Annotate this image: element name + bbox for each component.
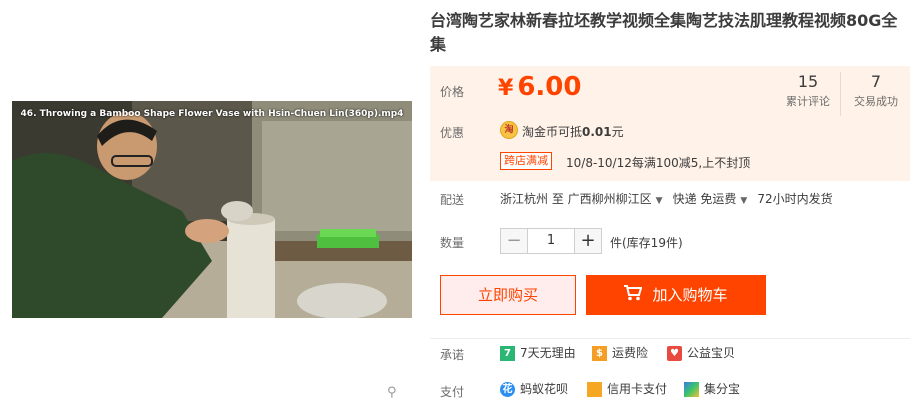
payment-credit-card[interactable]: 信用卡支付 <box>587 380 667 397</box>
credit-card-icon <box>587 382 602 397</box>
add-to-cart-button[interactable]: 加入购物车 <box>586 275 766 315</box>
promise-label: 承诺 <box>440 348 465 362</box>
quantity-increase-button[interactable]: + <box>574 228 602 254</box>
taojinbi-coin-icon: 淘 <box>500 121 518 139</box>
shipping-info: 浙江杭州 至 广西柳州柳江区 ▼ 快递 免运费 ▼ 72小时内发货 <box>500 190 833 207</box>
cross-store-discount-badge[interactable]: 跨店满减 <box>500 152 552 170</box>
chevron-down-icon: ▼ <box>740 196 748 206</box>
payment-jifen-label: 集分宝 <box>704 382 741 396</box>
huabei-icon: 花 <box>500 382 515 397</box>
coin-offer-amount: 0.01 <box>582 125 612 139</box>
add-to-cart-label: 加入购物车 <box>652 286 728 304</box>
video-thumbnail <box>12 101 412 318</box>
price-value: ¥6.00 <box>498 72 581 102</box>
shipping-label: 配送 <box>440 193 465 207</box>
promo-label: 优惠 <box>440 126 465 140</box>
payment-jifenbao[interactable]: 集分宝 <box>684 380 740 397</box>
divider <box>430 338 910 339</box>
cross-store-discount-detail: 10/8-10/12每满100减5,上不封顶 <box>566 156 751 170</box>
cart-icon <box>624 276 643 316</box>
shipping-insurance-icon: $ <box>592 346 607 361</box>
currency-symbol: ¥ <box>498 76 514 101</box>
chevron-down-icon: ▼ <box>655 196 663 206</box>
promise-shipping-insurance[interactable]: $ 运费险 <box>592 344 648 361</box>
product-title: 台湾陶艺家林新春拉坯教学视频全集陶艺技法肌理教程视频80G全集 <box>430 11 898 54</box>
review-count-stat[interactable]: 15 累计评论 <box>773 72 843 109</box>
promise-charity[interactable]: ♥ 公益宝贝 <box>667 344 735 361</box>
ship-method-value: 快递 免运费 <box>672 192 737 206</box>
quantity-decrease-button[interactable]: − <box>500 228 528 254</box>
ship-from: 浙江杭州 至 <box>500 192 564 206</box>
review-count: 15 <box>797 72 819 91</box>
jifenbao-icon <box>684 382 699 397</box>
coin-offer-prefix: 淘金币可抵 <box>522 125 583 139</box>
sales-count-label: 交易成功 <box>854 95 898 108</box>
quantity-input[interactable] <box>528 228 574 254</box>
price-amount: 6.00 <box>517 72 582 102</box>
price-panel: 价格 ¥6.00 15 累计评论 7 交易成功 优惠 淘 淘金币可抵0.01元 … <box>430 66 910 181</box>
dispatch-time: 72小时内发货 <box>757 192 833 206</box>
promise-7day-label: 7天无理由 <box>520 346 576 360</box>
ship-method-select[interactable]: 快递 免运费 ▼ <box>673 192 758 206</box>
review-count-label: 累计评论 <box>786 95 830 108</box>
payment-huabei[interactable]: 花蚂蚁花呗 <box>500 380 568 397</box>
sales-count: 7 <box>870 72 882 91</box>
promise-7day-return[interactable]: 7 7天无理由 <box>500 344 576 361</box>
ship-to-select[interactable]: 广西柳州柳江区 ▼ <box>568 192 673 206</box>
video-caption: 46. Throwing a Bamboo Shape Flower Vase … <box>20 109 404 119</box>
ship-to-value: 广西柳州柳江区 <box>567 192 652 206</box>
sales-count-stat: 7 交易成功 <box>840 72 911 116</box>
quantity-label: 数量 <box>440 236 465 250</box>
seven-day-return-icon: 7 <box>500 346 515 361</box>
product-image[interactable]: 46. Throwing a Bamboo Shape Flower Vase … <box>12 101 412 318</box>
coin-offer-unit: 元 <box>611 125 624 139</box>
quantity-stepper: − + <box>500 228 602 254</box>
charity-heart-icon: ♥ <box>667 346 682 361</box>
buy-now-button[interactable]: 立即购买 <box>440 275 576 315</box>
payment-label: 支付 <box>440 385 465 399</box>
price-label: 价格 <box>440 85 465 99</box>
payment-credit-label: 信用卡支付 <box>607 382 668 396</box>
promise-shipins-label: 运费险 <box>612 346 649 360</box>
search-zoom-icon[interactable]: ⚲ <box>387 385 397 400</box>
stock-info: 件(库存19件) <box>610 236 683 250</box>
coin-offer-text: 淘金币可抵0.01元 <box>522 123 624 140</box>
payment-huabei-label: 蚂蚁花呗 <box>520 382 569 396</box>
promise-charity-label: 公益宝贝 <box>687 346 736 360</box>
